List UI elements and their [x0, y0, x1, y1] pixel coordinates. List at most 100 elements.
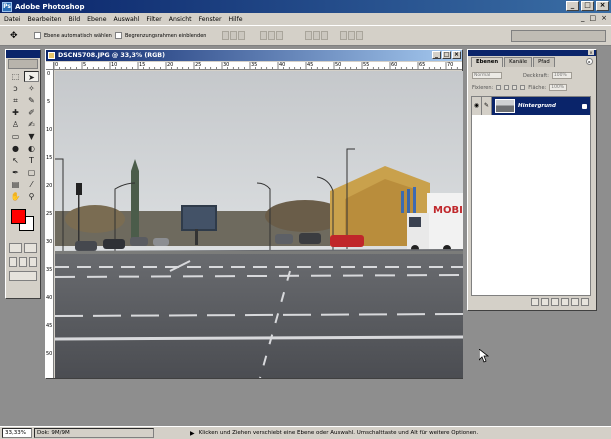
jump-to-imageready-button[interactable] [9, 271, 37, 281]
path-selection-tool-icon[interactable]: ↖ [8, 155, 23, 166]
distribute-bottom-icon[interactable] [321, 31, 328, 40]
hand-tool-icon[interactable]: ✋ [8, 191, 23, 202]
marquee-tool-icon[interactable]: ⬚ [8, 71, 23, 82]
close-button[interactable]: × [596, 1, 609, 11]
brush-link-icon[interactable]: ✎ [482, 97, 492, 115]
ruler-origin[interactable] [46, 62, 54, 70]
notes-tool-icon[interactable]: ▤ [8, 179, 23, 190]
history-brush-tool-icon[interactable]: ✍ [24, 119, 39, 130]
adjustment-layer-icon[interactable] [561, 298, 569, 306]
align-buttons-2 [260, 31, 283, 40]
document-canvas[interactable]: MOBI [55, 71, 463, 378]
distribute-left-icon[interactable] [340, 31, 347, 40]
menu-fenster[interactable]: Fenster [199, 16, 222, 23]
tab-channels[interactable]: Kanäle [504, 57, 533, 67]
doc-close-button[interactable]: × [601, 14, 607, 22]
opacity-field[interactable]: 100% [551, 72, 572, 79]
menu-datei[interactable]: Datei [4, 16, 21, 23]
toolbox-title-bar[interactable] [6, 50, 40, 58]
quick-mask-button[interactable] [24, 243, 37, 253]
eyedropper-tool-icon[interactable]: ⁄ [24, 179, 39, 190]
align-center-icon[interactable] [268, 31, 275, 40]
palette-menu-arrow-icon[interactable]: ▸ [586, 58, 593, 65]
move-tool-button-icon[interactable]: ➤ [24, 71, 39, 82]
layer-style-icon[interactable] [531, 298, 539, 306]
align-middle-icon[interactable] [230, 31, 237, 40]
dodge-tool-icon[interactable]: ◐ [24, 143, 39, 154]
align-right-icon[interactable] [276, 31, 283, 40]
auto-select-option[interactable]: Ebene automatisch wählen [34, 32, 112, 39]
menu-auswahl[interactable]: Auswahl [114, 16, 140, 23]
clone-stamp-tool-icon[interactable]: ♙ [8, 119, 23, 130]
move-tool-icon[interactable]: ✥ [10, 30, 28, 42]
auto-select-checkbox[interactable] [34, 32, 41, 39]
shape-tool-icon[interactable]: ▢ [24, 167, 39, 178]
standard-screen-mode-button[interactable] [9, 257, 17, 267]
layer-mask-icon[interactable] [541, 298, 549, 306]
lock-all-icon[interactable] [520, 85, 526, 90]
menu-ansicht[interactable]: Ansicht [169, 16, 192, 23]
align-top-icon[interactable] [222, 31, 229, 40]
crop-tool-icon[interactable]: ⌗ [8, 95, 23, 106]
foreground-color-swatch[interactable] [11, 209, 26, 224]
distribute-top-icon[interactable] [305, 31, 312, 40]
ruler-v-label: 40 [46, 295, 53, 301]
trash-icon[interactable] [581, 298, 589, 306]
minimize-button[interactable]: _ [566, 1, 579, 11]
zoom-tool-icon[interactable]: ⚲ [24, 191, 39, 202]
menu-bild[interactable]: Bild [69, 16, 81, 23]
eye-icon[interactable]: ◉ [472, 97, 482, 115]
bounding-box-option[interactable]: Begrenzungsrahmen einblenden [115, 32, 206, 39]
new-set-icon[interactable] [551, 298, 559, 306]
align-left-icon[interactable] [260, 31, 267, 40]
menu-ebene[interactable]: Ebene [87, 16, 106, 23]
menu-hilfe[interactable]: Hilfe [229, 16, 243, 23]
doc-window-close-button[interactable]: × [452, 51, 461, 59]
blend-mode-select[interactable]: Normal [472, 72, 502, 79]
lock-position-icon[interactable] [512, 85, 518, 90]
layer-row-background[interactable]: ◉ ✎ Hintergrund [472, 97, 590, 115]
maximize-button[interactable]: □ [581, 1, 594, 11]
status-menu-arrow-icon[interactable]: ▶ [190, 430, 195, 437]
zoom-field[interactable]: 33,33% [2, 428, 32, 438]
vertical-ruler[interactable]: 0 5 10 15 20 25 30 35 40 45 50 [46, 70, 54, 378]
distribute-middle-icon[interactable] [313, 31, 320, 40]
lock-image-icon[interactable] [504, 85, 510, 90]
lock-transparency-icon[interactable] [496, 85, 502, 90]
tab-paths[interactable]: Pfad [533, 57, 555, 67]
menu-filter[interactable]: Filter [146, 16, 161, 23]
horizontal-ruler[interactable]: 0 5 10 15 20 25 30 35 40 45 50 55 60 65 … [54, 62, 462, 70]
distribute-center-icon[interactable] [348, 31, 355, 40]
full-screen-mode-button[interactable] [29, 257, 37, 267]
slice-tool-icon[interactable]: ✎ [24, 95, 39, 106]
layers-palette-title-bar[interactable] [468, 50, 596, 56]
palette-well[interactable] [511, 30, 606, 42]
bounding-box-label: Begrenzungsrahmen einblenden [125, 32, 207, 39]
fill-field[interactable]: 100% [549, 84, 568, 91]
paint-bucket-tool-icon[interactable]: ▼ [24, 131, 39, 142]
full-screen-menu-mode-button[interactable] [19, 257, 27, 267]
doc-window-maximize-button[interactable]: □ [442, 51, 451, 59]
type-tool-icon[interactable]: T [24, 155, 39, 166]
blur-tool-icon[interactable]: ● [8, 143, 23, 154]
new-layer-icon[interactable] [571, 298, 579, 306]
magic-wand-tool-icon[interactable]: ✧ [24, 83, 39, 94]
layers-palette-close-icon[interactable]: × [588, 50, 594, 55]
standard-mode-button[interactable] [9, 243, 22, 253]
distribute-right-icon[interactable] [356, 31, 363, 40]
bounding-box-checkbox[interactable] [115, 32, 122, 39]
adobe-logo-button[interactable] [8, 59, 38, 69]
healing-brush-tool-icon[interactable]: ✚ [8, 107, 23, 118]
align-bottom-icon[interactable] [238, 31, 245, 40]
doc-minimize-button[interactable]: _ [581, 14, 585, 22]
brush-tool-icon[interactable]: ✐ [24, 107, 39, 118]
menu-bearbeiten[interactable]: Bearbeiten [28, 16, 62, 23]
lasso-tool-icon[interactable]: ↄ [8, 83, 23, 94]
doc-window-minimize-button[interactable]: _ [432, 51, 441, 59]
tab-layers[interactable]: Ebenen [471, 57, 504, 67]
document-size-info[interactable]: Dok: 9M/9M [34, 428, 154, 438]
eraser-tool-icon[interactable]: ▭ [8, 131, 23, 142]
pen-tool-icon[interactable]: ✒ [8, 167, 23, 178]
document-title-bar[interactable]: DSCN5708.JPG @ 33,3% (RGB) _ □ × [46, 50, 462, 61]
doc-restore-button[interactable]: □ [590, 14, 597, 22]
